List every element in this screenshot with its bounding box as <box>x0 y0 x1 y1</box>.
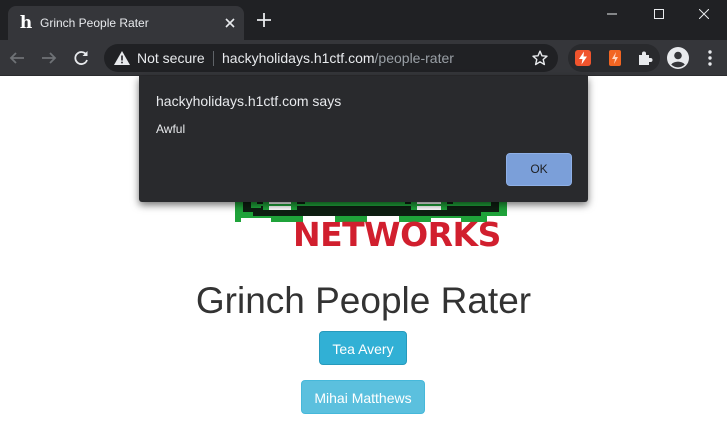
warning-icon[interactable] <box>114 51 130 65</box>
tab-strip: h Grinch People Rater <box>0 0 727 40</box>
dialog-title: hackyholidays.h1ctf.com says <box>156 93 342 109</box>
maximize-icon[interactable] <box>636 0 682 28</box>
page-title: Grinch People Rater <box>195 280 532 321</box>
url-text[interactable]: hackyholidays.h1ctf.com/people-rater <box>222 50 454 66</box>
address-bar[interactable]: Not secure hackyholidays.h1ctf.com/peopl… <box>104 44 558 72</box>
arrow-right-icon[interactable] <box>40 49 58 67</box>
star-icon[interactable] <box>532 50 548 66</box>
tab-favicon-icon: h <box>19 13 33 33</box>
url-path: /people-rater <box>374 50 454 66</box>
browser-toolbar: Not secure hackyholidays.h1ctf.com/peopl… <box>0 40 727 76</box>
close-icon[interactable] <box>222 15 238 31</box>
address-divider <box>213 51 214 66</box>
logo-wordmark: NETWORKS <box>293 215 501 254</box>
minimize-icon[interactable] <box>589 0 635 28</box>
ok-button[interactable]: OK <box>506 153 572 186</box>
new-tab-plus-icon[interactable] <box>256 12 272 28</box>
arrow-left-icon[interactable] <box>8 49 26 67</box>
browser-tab[interactable]: h Grinch People Rater <box>8 6 244 40</box>
person-button-mihai-matthews[interactable]: Mihai Matthews <box>301 380 425 414</box>
puzzle-icon[interactable] <box>636 49 654 67</box>
alert-dialog: hackyholidays.h1ctf.com says Awful OK <box>139 76 588 202</box>
url-host: hackyholidays.h1ctf.com <box>222 50 375 66</box>
burp-extension-icon[interactable] <box>606 49 624 67</box>
dialog-message: Awful <box>156 122 186 136</box>
avatar-icon[interactable] <box>667 47 689 69</box>
kebab-menu-icon[interactable] <box>702 49 718 67</box>
security-label[interactable]: Not secure <box>137 50 205 66</box>
window-close-icon[interactable] <box>681 0 727 28</box>
extensions-group <box>568 44 660 72</box>
tab-title: Grinch People Rater <box>40 16 149 30</box>
reload-icon[interactable] <box>72 49 90 67</box>
lightning-extension-icon[interactable] <box>574 49 592 67</box>
person-button-tea-avery[interactable]: Tea Avery <box>319 331 407 365</box>
